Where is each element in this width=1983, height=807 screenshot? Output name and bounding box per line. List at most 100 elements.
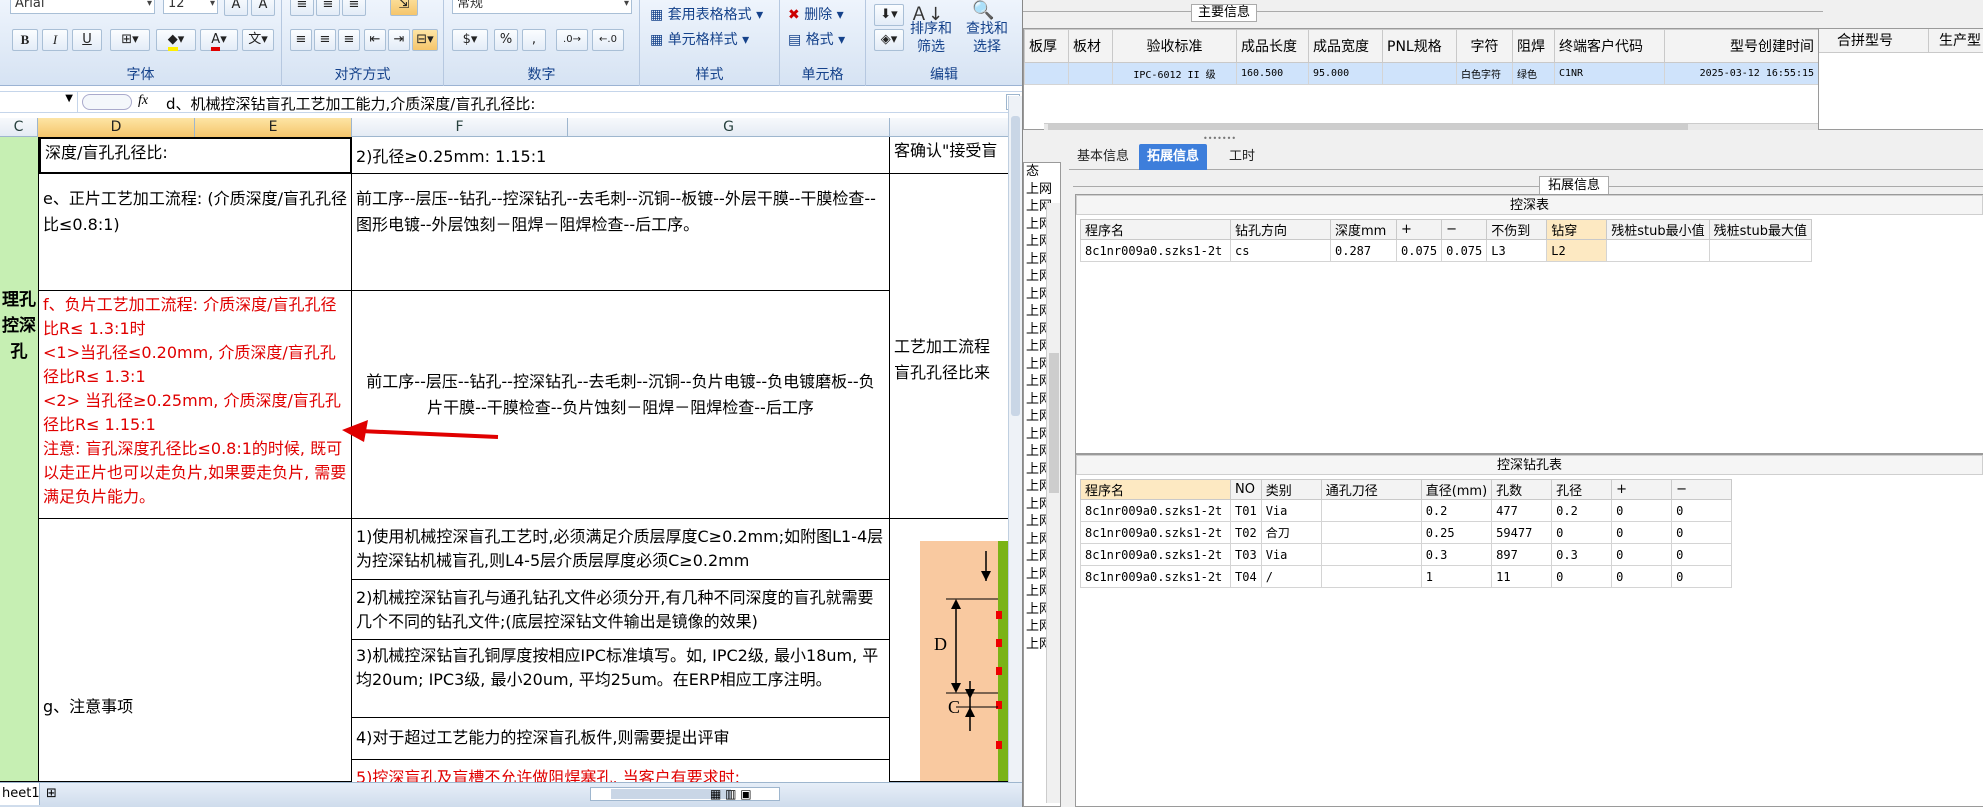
column-header[interactable]: 残桩stub最大值 xyxy=(1708,219,1813,240)
cell-style-button[interactable]: ▦ 单元格样式 ▾ xyxy=(650,29,749,49)
column-header[interactable]: 不伤到 xyxy=(1486,219,1548,240)
table-cell[interactable]: 0 xyxy=(1611,565,1673,588)
status-list-scroll-thumb[interactable] xyxy=(1049,353,1059,493)
table-cell[interactable]: T02 xyxy=(1230,521,1262,544)
table-cell[interactable]: cs xyxy=(1230,239,1331,262)
table-cell[interactable]: 897 xyxy=(1491,543,1553,566)
table-format-button[interactable]: ▦ 套用表格格式 ▾ xyxy=(650,4,763,24)
column-header[interactable]: + xyxy=(1395,219,1443,240)
table-cell[interactable]: 8c1nr009a0.szks1-2t xyxy=(1080,543,1231,566)
cell-d-row2[interactable]: e、正片工艺加工流程: (介质深度/盲孔孔径比≤0.8:1) xyxy=(39,174,352,291)
fill-icon[interactable]: ⬇▾ xyxy=(874,4,904,26)
table-cell[interactable]: 0.3 xyxy=(1420,543,1493,566)
table-cell[interactable]: 0.2 xyxy=(1551,499,1613,522)
table-cell[interactable]: / xyxy=(1260,565,1322,588)
main-header[interactable]: 验收标准 xyxy=(1112,29,1237,63)
cell-c-merged[interactable]: 理孔 控深 孔 xyxy=(0,137,39,782)
note-4[interactable]: 4)对于超过工艺能力的控深盲孔板件,则需要提出评审 xyxy=(352,718,890,760)
cell-g-row1[interactable]: 客确认"接受盲 xyxy=(890,137,1008,174)
decrease-decimal-icon[interactable]: ←.0 xyxy=(592,29,624,51)
main-cell[interactable] xyxy=(1068,62,1113,85)
column-header[interactable]: 钻孔方向 xyxy=(1230,219,1331,240)
align-left-icon[interactable]: ≡ xyxy=(290,29,312,51)
main-cell[interactable]: 绿色 xyxy=(1512,62,1555,85)
table-cell[interactable]: 0 xyxy=(1611,543,1673,566)
excel-vertical-scrollbar[interactable] xyxy=(1008,96,1022,782)
column-header[interactable]: 孔数 xyxy=(1491,479,1553,500)
main-cell[interactable] xyxy=(1024,62,1069,85)
wrap-text-icon[interactable]: ⇲ xyxy=(390,0,418,16)
comma-button[interactable]: , xyxy=(522,29,546,51)
column-header-g[interactable]: G xyxy=(568,118,890,137)
column-header[interactable]: − xyxy=(1441,219,1488,240)
sheet-tab[interactable]: heet1 xyxy=(0,783,40,805)
column-header-e[interactable]: E xyxy=(195,118,352,137)
cell-f-row3[interactable]: 前工序--层压--钻孔--控深钻孔--去毛刺--沉铜--负片电镀--负电镀磨板-… xyxy=(352,291,890,519)
main-cell[interactable]: C1NR xyxy=(1554,62,1665,85)
shrink-font-button[interactable]: A xyxy=(251,0,275,16)
table-cell[interactable]: 0.2 xyxy=(1420,499,1493,522)
table-cell[interactable]: T01 xyxy=(1230,499,1262,522)
table-cell[interactable]: 8c1nr009a0.szks1-2t xyxy=(1080,239,1231,262)
table-cell[interactable]: 1 xyxy=(1420,565,1493,588)
table-cell[interactable]: Via xyxy=(1260,543,1322,566)
main-header[interactable]: 阻焊 xyxy=(1512,29,1555,63)
fill-color-icon[interactable]: ◆▾ xyxy=(156,29,196,51)
table-cell[interactable]: 0.075 xyxy=(1395,239,1443,262)
table-cell[interactable]: L2 xyxy=(1546,239,1608,262)
table-row[interactable]: 8c1nr009a0.szks1-2t T03 Via 0.3 897 0.3 0 0 xyxy=(1080,543,1733,566)
merge-center-icon[interactable]: ⊟▾ xyxy=(412,29,438,51)
formula-input[interactable]: d、机械控深钻盲孔工艺加工能力,介质深度/盲孔孔径比: xyxy=(166,93,535,114)
table-cell[interactable]: 0 xyxy=(1671,499,1733,522)
page-layout-icons[interactable]: ▦ ▥ ▣ xyxy=(710,787,752,801)
column-header-h[interactable] xyxy=(890,118,1008,137)
cell-f-row1[interactable]: 2)孔径≥0.25mm: 1.15:1 xyxy=(352,137,890,174)
name-box-dropdown-icon[interactable]: ▼ xyxy=(65,93,73,104)
phonetic-icon[interactable]: 文▾ xyxy=(242,29,274,51)
table-row[interactable]: 8c1nr009a0.szks1-2t T02 合刀 0.25 59477 0 0 0 xyxy=(1080,521,1733,544)
table-row[interactable]: 8c1nr009a0.szks1-2t cs 0.287 0.075 0.075 L3 L2 xyxy=(1080,239,1813,262)
increase-decimal-icon[interactable]: .0→ xyxy=(556,29,588,51)
column-header[interactable]: − xyxy=(1671,479,1733,500)
table-row[interactable]: 8c1nr009a0.szks1-2t T01 Via 0.2 477 0.2 0 0 xyxy=(1080,499,1733,522)
table-cell[interactable]: 0.287 xyxy=(1330,239,1397,262)
table-cell[interactable]: 0 xyxy=(1551,565,1613,588)
tab-extended-info[interactable]: 拓展信息 xyxy=(1139,144,1208,170)
table-cell[interactable] xyxy=(1320,521,1422,544)
cell-g-row2-3[interactable]: 工艺加工流程 盲孔孔径比来 xyxy=(890,174,1008,519)
table-cell[interactable]: 8c1nr009a0.szks1-2t xyxy=(1080,565,1231,588)
grow-font-button[interactable]: A xyxy=(224,0,248,16)
table-cell[interactable]: T03 xyxy=(1230,543,1262,566)
table-cell[interactable]: 0 xyxy=(1611,499,1673,522)
column-header-c[interactable]: C xyxy=(0,118,38,137)
column-header[interactable]: 程序名 xyxy=(1080,219,1231,240)
status-list-scrollbar[interactable] xyxy=(1046,203,1060,803)
main-header[interactable]: 字符 xyxy=(1456,29,1513,63)
splitter[interactable]: ••••••• xyxy=(1023,130,1983,144)
underline-button[interactable]: U xyxy=(72,29,102,51)
clear-icon[interactable]: ◈▾ xyxy=(874,29,904,51)
align-bottom-icon[interactable]: ≡ xyxy=(342,0,366,16)
sort-filter-button[interactable]: 排序和 筛选 xyxy=(910,20,952,56)
insert-function-button[interactable]: fx xyxy=(138,93,148,109)
format-button[interactable]: ▤ 格式 ▾ xyxy=(788,29,845,49)
table-cell[interactable]: 0 xyxy=(1671,565,1733,588)
merged-type-header[interactable]: 合拼型号 xyxy=(1819,29,1929,53)
main-header[interactable]: PNL规格 xyxy=(1382,29,1457,63)
table-cell[interactable]: 0.3 xyxy=(1551,543,1613,566)
table-cell[interactable]: 59477 xyxy=(1491,521,1553,544)
table-cell[interactable]: T04 xyxy=(1230,565,1262,588)
column-header-d[interactable]: D xyxy=(38,118,195,137)
column-header[interactable]: 残桩stub最小值 xyxy=(1606,219,1710,240)
main-header[interactable]: 成品宽度 xyxy=(1308,29,1383,63)
column-header-f[interactable]: F xyxy=(352,118,568,137)
table-cell[interactable]: 0.25 xyxy=(1420,521,1493,544)
tab-work-hours[interactable]: 工时 xyxy=(1221,144,1263,170)
column-header[interactable]: 直径(mm) xyxy=(1420,479,1493,500)
main-header[interactable]: 成品长度 xyxy=(1236,29,1309,63)
table-cell[interactable] xyxy=(1320,565,1422,588)
main-info-row[interactable]: IPC-6012 II 级 160.500 95.000 白色字符 绿色 C1N… xyxy=(1024,62,1819,85)
production-type-header[interactable]: 生产型 xyxy=(1929,29,1983,53)
name-box[interactable]: ▼ xyxy=(0,92,78,112)
cell-f-row2[interactable]: 前工序--层压--钻孔--控深钻孔--去毛刺--沉铜--板镀--外层干膜--干膜… xyxy=(352,174,890,291)
